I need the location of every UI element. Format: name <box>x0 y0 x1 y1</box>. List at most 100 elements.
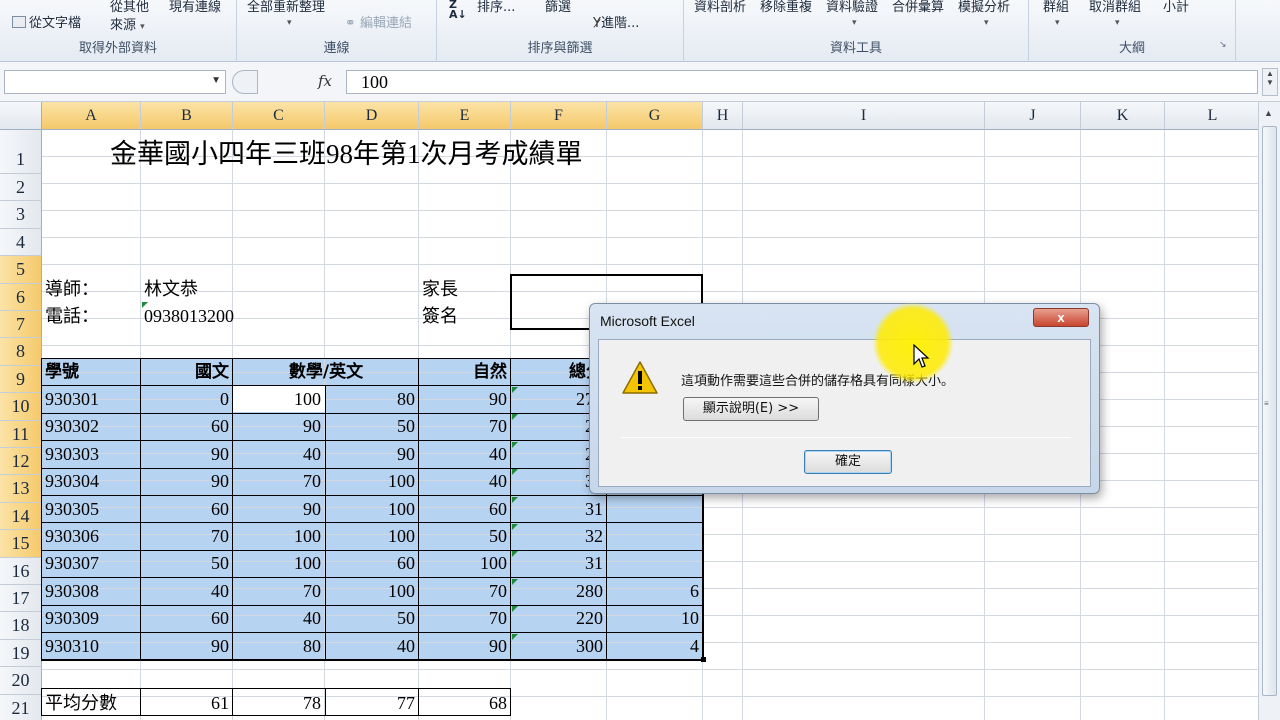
cell-math[interactable]: 70 <box>233 468 325 495</box>
cell-science[interactable]: 40 <box>419 468 511 495</box>
row-header-20[interactable]: 20 <box>0 667 42 695</box>
dialog-launcher-icon[interactable]: ↘ <box>1219 40 1227 50</box>
cell-total[interactable]: 32 <box>511 523 607 550</box>
cell-math[interactable]: 90 <box>233 413 325 440</box>
row-header-21[interactable]: 21 <box>0 694 42 720</box>
cell-chinese[interactable]: 90 <box>141 468 233 495</box>
insert-function-icon[interactable]: fx <box>318 72 332 90</box>
cell-english[interactable]: 50 <box>325 605 419 632</box>
filter-button[interactable]: 篩選 <box>545 0 571 15</box>
cell-student-id[interactable]: 930309 <box>42 605 141 632</box>
cell-chinese[interactable]: 60 <box>141 496 233 523</box>
cell-total[interactable]: 220 <box>511 605 607 632</box>
average-english[interactable]: 77 <box>325 690 419 717</box>
cell-total[interactable]: 280 <box>511 578 607 605</box>
teacher-label[interactable]: 導師： <box>42 276 99 303</box>
column-header-d[interactable]: D <box>325 102 419 130</box>
column-header-f[interactable]: F <box>511 102 607 130</box>
cell-science[interactable]: 70 <box>419 605 511 632</box>
row-header-12[interactable]: 12 <box>0 448 42 476</box>
row-header-7[interactable]: 7 <box>0 311 42 339</box>
cell-chinese[interactable]: 90 <box>141 441 233 468</box>
group-dropdown[interactable]: ▾ <box>1055 14 1060 29</box>
ungroup-button[interactable]: 取消群組 <box>1089 0 1141 15</box>
cell-student-id[interactable]: 930302 <box>42 413 141 440</box>
formula-bar-splitter[interactable] <box>232 70 258 94</box>
cell-student-id[interactable]: 930301 <box>42 386 141 413</box>
row-header-14[interactable]: 14 <box>0 502 42 531</box>
cell-english[interactable]: 60 <box>325 550 419 577</box>
row-header-1[interactable]: 1 <box>0 130 42 174</box>
cell-math[interactable]: 100 <box>233 386 325 413</box>
data-validation-button[interactable]: 資料驗證 <box>826 0 878 15</box>
cell-english[interactable]: 50 <box>325 413 419 440</box>
teacher-name[interactable]: 林文恭 <box>141 276 198 303</box>
cell-chinese[interactable]: 50 <box>141 550 233 577</box>
expand-formula-bar-button[interactable]: ▲ ▼ <box>1262 68 1278 96</box>
cell-science[interactable]: 50 <box>419 523 511 550</box>
cell-math[interactable]: 90 <box>233 496 325 523</box>
cell-math[interactable]: 100 <box>233 523 325 550</box>
column-header-k[interactable]: K <box>1081 102 1165 130</box>
cell-total[interactable]: 31 <box>511 550 607 577</box>
advanced-filter-button[interactable]: Y̷進階... <box>593 12 639 31</box>
data-validation-dropdown[interactable]: ▾ <box>852 14 857 29</box>
text-to-columns-button[interactable]: 資料剖析 <box>694 0 746 15</box>
row-header-16[interactable]: 16 <box>0 557 42 585</box>
cell-student-id[interactable]: 930306 <box>42 523 141 550</box>
cell-chinese[interactable]: 60 <box>141 413 233 440</box>
cell-chinese[interactable]: 90 <box>141 633 233 660</box>
name-box[interactable]: ▼ <box>4 70 226 94</box>
row-header-17[interactable]: 17 <box>0 585 42 613</box>
cell-english[interactable]: 40 <box>325 633 419 660</box>
phone-value[interactable]: 0938013200 <box>141 303 234 330</box>
cell-student-id[interactable]: 930303 <box>42 441 141 468</box>
row-header-11[interactable]: 11 <box>0 420 42 448</box>
group-button[interactable]: 群組 <box>1043 0 1069 15</box>
cell-student-id[interactable]: 930310 <box>42 633 141 660</box>
average-chinese[interactable]: 61 <box>141 690 233 717</box>
row-header-19[interactable]: 19 <box>0 639 42 668</box>
row-header-4[interactable]: 4 <box>0 228 42 257</box>
column-header-a[interactable]: A <box>42 102 141 130</box>
cell-student-id[interactable]: 930308 <box>42 578 141 605</box>
sort-az-icon[interactable]: Z A↓ <box>449 0 467 20</box>
remove-duplicates-button[interactable]: 移除重複 <box>760 0 812 15</box>
cell-rank[interactable]: 10 <box>607 605 703 632</box>
row-header-3[interactable]: 3 <box>0 201 42 229</box>
parent-label[interactable]: 家長 <box>419 276 458 303</box>
ungroup-dropdown[interactable]: ▾ <box>1115 14 1120 29</box>
cell-chinese[interactable]: 70 <box>141 523 233 550</box>
cell-math[interactable]: 70 <box>233 578 325 605</box>
average-science[interactable]: 68 <box>419 690 511 717</box>
show-help-button[interactable]: 顯示說明(E) >> <box>683 397 819 421</box>
cell-rank[interactable]: 4 <box>607 633 703 660</box>
cell-science[interactable]: 90 <box>419 633 511 660</box>
average-label[interactable]: 平均分數 <box>42 690 117 717</box>
cell-english[interactable]: 100 <box>325 468 419 495</box>
sort-button[interactable]: 排序... <box>477 0 515 15</box>
cell-student-id[interactable]: 930307 <box>42 550 141 577</box>
column-header-h[interactable]: H <box>703 102 743 130</box>
column-header-c[interactable]: C <box>233 102 325 130</box>
row-header-9[interactable]: 9 <box>0 365 42 394</box>
ok-button[interactable]: 確定 <box>804 450 892 474</box>
cell-science[interactable]: 40 <box>419 441 511 468</box>
cell-english[interactable]: 80 <box>325 386 419 413</box>
cell-chinese[interactable]: 0 <box>141 386 233 413</box>
formula-input[interactable]: 100 <box>346 70 1258 94</box>
cell-math[interactable]: 40 <box>233 441 325 468</box>
row-header-13[interactable]: 13 <box>0 475 42 503</box>
row-header-6[interactable]: 6 <box>0 283 42 311</box>
column-header-i[interactable]: I <box>743 102 985 130</box>
cell-total[interactable]: 300 <box>511 633 607 660</box>
cell-science[interactable]: 60 <box>419 496 511 523</box>
close-button[interactable]: x <box>1033 308 1089 327</box>
cell-rank[interactable]: 6 <box>607 578 703 605</box>
header-student-id[interactable]: 學號 <box>42 359 79 386</box>
cell-english[interactable]: 100 <box>325 523 419 550</box>
sheet-title[interactable]: 金華國小四年三班98年第1次月考成績單 <box>110 138 583 170</box>
cell-english[interactable]: 90 <box>325 441 419 468</box>
consolidate-button[interactable]: 合併彙算 <box>892 0 944 15</box>
cell-english[interactable]: 100 <box>325 496 419 523</box>
